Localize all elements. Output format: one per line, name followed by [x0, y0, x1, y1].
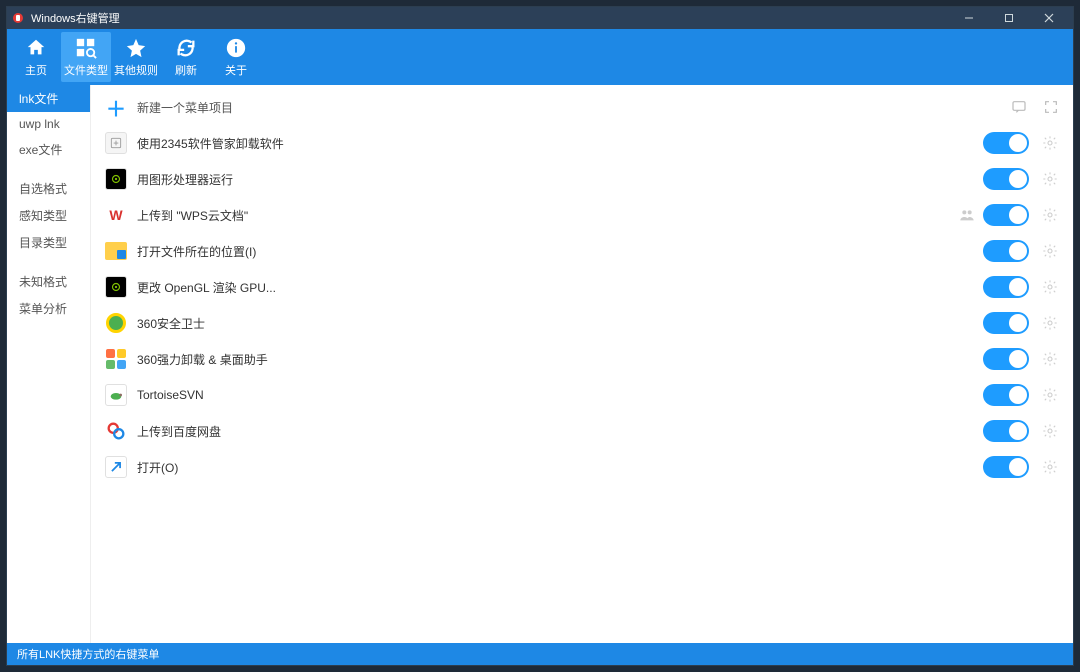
app-item-icon [105, 240, 127, 262]
sidebar-item-exe[interactable]: exe文件 [7, 136, 90, 163]
app-item-icon [105, 276, 127, 298]
menu-item-row[interactable]: 打开(O) [95, 449, 1065, 485]
toggle-switch[interactable] [983, 420, 1029, 442]
app-item-icon [105, 456, 127, 478]
toggle-switch[interactable] [983, 168, 1029, 190]
menu-item-label: 上传到百度网盘 [137, 423, 983, 440]
sidebar: lnk文件 uwp lnk exe文件 自选格式 感知类型 目录类型 未知格式 … [7, 85, 91, 643]
app-item-icon: W [105, 204, 127, 226]
sidebar-item-lnk[interactable]: lnk文件 [7, 85, 90, 112]
info-icon [224, 36, 248, 60]
menu-item-label: 上传到 "WPS云文档" [137, 207, 955, 224]
menu-item-row[interactable]: W 上传到 "WPS云文档" [95, 197, 1065, 233]
menu-item-row[interactable]: 打开文件所在的位置(I) [95, 233, 1065, 269]
app-window: Windows右键管理 主页 文件类型 其他规则 刷新 关于 lnk文件 uw [6, 6, 1074, 666]
menu-item-label: 打开(O) [137, 459, 983, 476]
persons-icon [955, 203, 979, 227]
toolbar-home[interactable]: 主页 [11, 32, 61, 82]
menu-item-label: 用图形处理器运行 [137, 171, 983, 188]
create-menu-item-row[interactable]: ＋ 新建一个菜单项目 [95, 89, 1065, 125]
window-title: Windows右键管理 [31, 10, 949, 26]
toolbar: 主页 文件类型 其他规则 刷新 关于 [7, 29, 1073, 85]
menu-item-row[interactable]: 用图形处理器运行 [95, 161, 1065, 197]
maximize-button[interactable] [989, 7, 1029, 29]
gear-icon[interactable] [1039, 420, 1061, 442]
refresh-icon [174, 36, 198, 60]
app-item-icon [105, 420, 127, 442]
toolbar-refresh[interactable]: 刷新 [161, 32, 211, 82]
menu-item-row[interactable]: 360强力卸载 & 桌面助手 [95, 341, 1065, 377]
sidebar-item-customformat[interactable]: 自选格式 [7, 175, 90, 202]
gear-icon[interactable] [1039, 276, 1061, 298]
close-button[interactable] [1029, 7, 1069, 29]
home-icon [24, 36, 48, 60]
menu-item-label: 使用2345软件管家卸载软件 [137, 135, 983, 152]
gear-icon[interactable] [1039, 456, 1061, 478]
gear-icon[interactable] [1039, 384, 1061, 406]
sidebar-item-menuanalysis[interactable]: 菜单分析 [7, 295, 90, 322]
gear-icon[interactable] [1039, 132, 1061, 154]
menu-item-row[interactable]: 上传到百度网盘 [95, 413, 1065, 449]
body: lnk文件 uwp lnk exe文件 自选格式 感知类型 目录类型 未知格式 … [7, 85, 1073, 643]
gear-icon[interactable] [1039, 240, 1061, 262]
toggle-switch[interactable] [983, 204, 1029, 226]
menu-item-row[interactable]: 使用2345软件管家卸载软件 [95, 125, 1065, 161]
toolbar-filetype[interactable]: 文件类型 [61, 32, 111, 82]
gear-icon[interactable] [1039, 168, 1061, 190]
expand-icon[interactable] [1041, 97, 1061, 117]
gear-icon[interactable] [1039, 312, 1061, 334]
minimize-button[interactable] [949, 7, 989, 29]
star-icon [124, 36, 148, 60]
menu-item-label: 360安全卫士 [137, 315, 983, 332]
sidebar-item-uwplnk[interactable]: uwp lnk [7, 112, 90, 136]
app-icon [11, 11, 25, 25]
grid-search-icon [74, 36, 98, 60]
menu-item-row[interactable]: 更改 OpenGL 渲染 GPU... [95, 269, 1065, 305]
toggle-switch[interactable] [983, 348, 1029, 370]
app-item-icon [105, 384, 127, 406]
menu-item-label: 更改 OpenGL 渲染 GPU... [137, 279, 983, 296]
toggle-switch[interactable] [983, 456, 1029, 478]
toggle-switch[interactable] [983, 276, 1029, 298]
sidebar-item-unknownformat[interactable]: 未知格式 [7, 268, 90, 295]
gear-icon[interactable] [1039, 204, 1061, 226]
menu-item-label: TortoiseSVN [137, 388, 983, 402]
menu-item-row[interactable]: TortoiseSVN [95, 377, 1065, 413]
status-text: 所有LNK快捷方式的右键菜单 [17, 646, 159, 662]
app-item-icon [105, 348, 127, 370]
sidebar-item-directorytype[interactable]: 目录类型 [7, 229, 90, 256]
toggle-switch[interactable] [983, 312, 1029, 334]
titlebar[interactable]: Windows右键管理 [7, 7, 1073, 29]
statusbar: 所有LNK快捷方式的右键菜单 [7, 643, 1073, 665]
toolbar-otherrules[interactable]: 其他规则 [111, 32, 161, 82]
gear-icon[interactable] [1039, 348, 1061, 370]
toggle-switch[interactable] [983, 240, 1029, 262]
sidebar-item-perceivedtype[interactable]: 感知类型 [7, 202, 90, 229]
menu-item-label: 360强力卸载 & 桌面助手 [137, 351, 983, 368]
toggle-switch[interactable] [983, 132, 1029, 154]
menu-item-row[interactable]: 360安全卫士 [95, 305, 1065, 341]
app-item-icon [105, 312, 127, 334]
app-item-icon [105, 132, 127, 154]
content-list: ＋ 新建一个菜单项目 使用2345软件管家卸载软件 用图形处理器运行 W 上传到… [91, 85, 1073, 643]
comment-icon[interactable] [1009, 97, 1029, 117]
app-item-icon [105, 168, 127, 190]
toolbar-about[interactable]: 关于 [211, 32, 261, 82]
menu-item-label: 打开文件所在的位置(I) [137, 243, 983, 260]
toggle-switch[interactable] [983, 384, 1029, 406]
plus-icon: ＋ [105, 96, 127, 118]
